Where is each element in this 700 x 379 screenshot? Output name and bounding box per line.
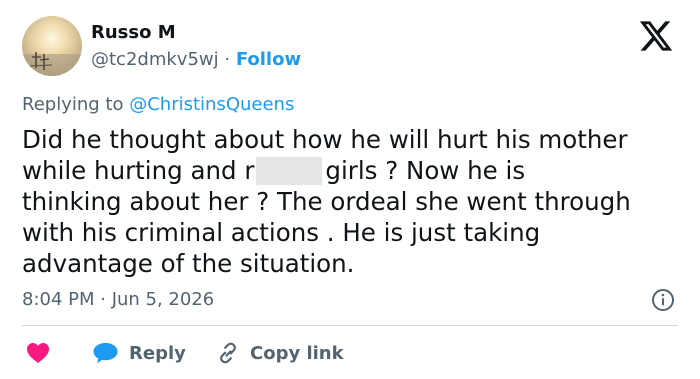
author-handle-line: @tc2dmkv5wj · Follow (91, 49, 301, 70)
reply-context: Replying to @ChristinsQueens (22, 94, 294, 115)
handle-separator: · (224, 49, 231, 70)
tweet-text-line: Did he thought about how he will hurt hi… (22, 125, 628, 154)
tweet-text-line: advantage of the situation. (22, 249, 355, 278)
divider (22, 325, 678, 326)
reply-mention-link[interactable]: @ChristinsQueens (129, 94, 294, 115)
author-handle[interactable]: @tc2dmkv5wj (91, 49, 219, 70)
tweet-text-fragment: girls ? Now he is (325, 156, 526, 185)
tweet-text-fragment: while hurting and r (22, 156, 255, 185)
reply-button-label: Reply (129, 342, 186, 364)
tweet-text-line-redacted: while hurting and r girls ? Now he is (22, 155, 678, 186)
tweet-timestamp[interactable]: 8:04 PM · Jun 5, 2026 (22, 289, 214, 310)
reply-button[interactable]: Reply (92, 338, 186, 368)
tweet-text-line: with his criminal actions . He is just t… (22, 218, 541, 247)
x-logo-icon[interactable] (636, 18, 676, 54)
link-icon (220, 342, 236, 364)
follow-button[interactable]: Follow (236, 49, 301, 70)
copy-link-button[interactable]: Copy link (216, 338, 344, 368)
info-icon[interactable] (651, 288, 675, 312)
heart-icon (27, 343, 49, 363)
copy-link-label: Copy link (250, 342, 344, 364)
reply-context-prefix: Replying to (22, 94, 124, 115)
speech-bubble-icon (93, 343, 118, 364)
redaction-box (256, 157, 323, 185)
tweet-text-line: thinking about her ? The ordeal she went… (22, 187, 631, 216)
avatar[interactable] (22, 16, 82, 76)
avatar-image (22, 52, 82, 76)
tweet-text: Did he thought about how he will hurt hi… (22, 124, 678, 279)
like-button[interactable] (26, 338, 50, 368)
author-name[interactable]: Russo M (91, 22, 176, 43)
